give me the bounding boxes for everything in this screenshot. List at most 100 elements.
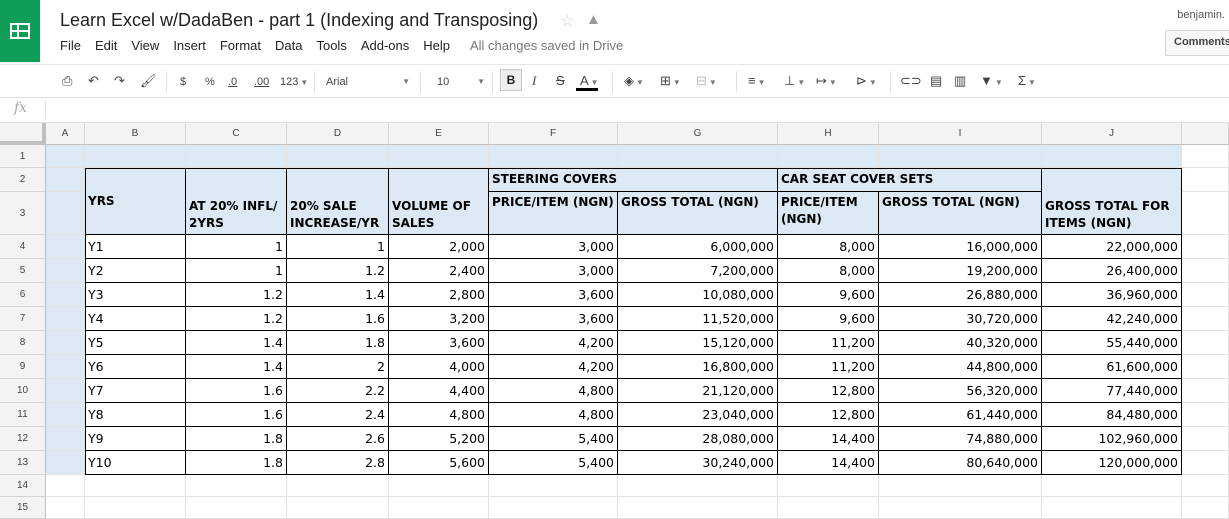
menu-format[interactable]: Format bbox=[220, 38, 261, 53]
row-header-8[interactable]: 8 bbox=[0, 331, 46, 355]
font-family-select[interactable]: Arial ▼ bbox=[326, 74, 410, 90]
cell[interactable] bbox=[46, 283, 85, 307]
cell[interactable] bbox=[1182, 403, 1229, 427]
data-cell[interactable]: 1.2 bbox=[287, 259, 389, 283]
data-cell[interactable]: 61,440,000 bbox=[879, 403, 1042, 427]
data-cell[interactable]: 26,880,000 bbox=[879, 283, 1042, 307]
row-header-12[interactable]: 12 bbox=[0, 427, 46, 451]
data-cell[interactable]: 84,480,000 bbox=[1042, 403, 1182, 427]
data-cell[interactable]: 1.2 bbox=[186, 283, 287, 307]
fill-color-icon[interactable]: ◈ ▼ bbox=[624, 73, 644, 91]
cell[interactable] bbox=[186, 475, 287, 497]
data-cell[interactable]: 30,240,000 bbox=[618, 451, 778, 475]
cell[interactable] bbox=[1182, 475, 1229, 497]
data-cell[interactable]: 40,320,000 bbox=[879, 331, 1042, 355]
filter-icon[interactable]: ▼ ▼ bbox=[980, 73, 1003, 91]
cell[interactable] bbox=[85, 145, 186, 168]
strikethrough-button[interactable]: S bbox=[556, 73, 565, 89]
more-formats-button[interactable]: 123 ▼ bbox=[280, 74, 308, 91]
cell[interactable] bbox=[46, 145, 85, 168]
font-size-select[interactable]: 10 ▼ bbox=[437, 74, 485, 90]
cell[interactable] bbox=[46, 235, 85, 259]
cell[interactable] bbox=[1042, 145, 1182, 168]
cell[interactable] bbox=[618, 497, 778, 519]
column-header-f[interactable]: F bbox=[489, 123, 618, 145]
cell[interactable] bbox=[1182, 259, 1229, 283]
cell[interactable] bbox=[1182, 235, 1229, 259]
data-cell[interactable]: 1.6 bbox=[186, 403, 287, 427]
menu-tools[interactable]: Tools bbox=[316, 38, 346, 53]
cell[interactable] bbox=[879, 145, 1042, 168]
print-icon[interactable]: ⎙ bbox=[62, 73, 72, 89]
cell[interactable] bbox=[46, 427, 85, 451]
cell[interactable] bbox=[46, 451, 85, 475]
data-cell[interactable]: 14,400 bbox=[778, 427, 879, 451]
data-cell[interactable]: 4,000 bbox=[389, 355, 489, 379]
horizontal-align-icon[interactable]: ≡ ▼ bbox=[748, 73, 766, 91]
data-cell[interactable]: 5,400 bbox=[489, 427, 618, 451]
data-cell[interactable]: 2.2 bbox=[287, 379, 389, 403]
insert-comment-icon[interactable]: ▤ bbox=[930, 73, 942, 89]
header-group-steering-covers[interactable]: STEERING COVERS bbox=[489, 168, 778, 192]
cell[interactable] bbox=[287, 145, 389, 168]
cell[interactable] bbox=[46, 403, 85, 427]
currency-format-button[interactable]: $ bbox=[180, 74, 186, 90]
select-all-corner[interactable] bbox=[0, 123, 46, 145]
data-cell[interactable]: 2 bbox=[287, 355, 389, 379]
data-cell[interactable]: 2,400 bbox=[389, 259, 489, 283]
cell[interactable] bbox=[46, 307, 85, 331]
column-header-h[interactable]: H bbox=[778, 123, 879, 145]
cell[interactable] bbox=[46, 331, 85, 355]
comments-button[interactable]: Comments bbox=[1165, 30, 1229, 56]
cell[interactable] bbox=[778, 497, 879, 519]
cell[interactable] bbox=[778, 475, 879, 497]
data-cell[interactable]: 1.4 bbox=[287, 283, 389, 307]
data-cell[interactable]: 44,800,000 bbox=[879, 355, 1042, 379]
data-cell[interactable]: 19,200,000 bbox=[879, 259, 1042, 283]
data-cell[interactable]: 1.4 bbox=[186, 355, 287, 379]
year-cell[interactable]: Y5 bbox=[85, 331, 186, 355]
data-cell[interactable]: 14,400 bbox=[778, 451, 879, 475]
data-cell[interactable]: 15,120,000 bbox=[618, 331, 778, 355]
cell[interactable] bbox=[1182, 331, 1229, 355]
cell[interactable] bbox=[1042, 475, 1182, 497]
year-cell[interactable]: Y10 bbox=[85, 451, 186, 475]
text-rotation-icon[interactable]: ⊳ ▼ bbox=[856, 73, 877, 91]
data-cell[interactable]: 3,600 bbox=[489, 283, 618, 307]
vertical-align-icon[interactable]: ⊥ ▼ bbox=[784, 73, 805, 91]
row-header-5[interactable]: 5 bbox=[0, 259, 46, 283]
header-steering-gross[interactable]: GROSS TOTAL (NGN) bbox=[618, 192, 778, 235]
cell[interactable] bbox=[389, 145, 489, 168]
cell[interactable] bbox=[1182, 497, 1229, 519]
row-header-3[interactable]: 3 bbox=[0, 192, 46, 235]
cell[interactable] bbox=[186, 497, 287, 519]
data-cell[interactable]: 42,240,000 bbox=[1042, 307, 1182, 331]
cell[interactable] bbox=[1182, 168, 1229, 192]
data-cell[interactable]: 1 bbox=[186, 235, 287, 259]
data-cell[interactable]: 12,800 bbox=[778, 379, 879, 403]
cell[interactable] bbox=[287, 475, 389, 497]
data-cell[interactable]: 28,080,000 bbox=[618, 427, 778, 451]
star-icon[interactable]: ☆ bbox=[560, 11, 574, 31]
column-header-e[interactable]: E bbox=[389, 123, 489, 145]
data-cell[interactable]: 3,600 bbox=[489, 307, 618, 331]
cell[interactable] bbox=[778, 145, 879, 168]
data-cell[interactable]: 5,400 bbox=[489, 451, 618, 475]
data-cell[interactable]: 1 bbox=[186, 259, 287, 283]
bold-button[interactable]: B bbox=[500, 69, 522, 91]
cell[interactable] bbox=[186, 145, 287, 168]
row-header-9[interactable]: 9 bbox=[0, 355, 46, 379]
header-gross-total-all[interactable]: GROSS TOTAL FOR ITEMS (NGN) bbox=[1042, 168, 1182, 235]
insert-link-icon[interactable]: ⊂⊃ bbox=[900, 73, 922, 89]
data-cell[interactable]: 2.6 bbox=[287, 427, 389, 451]
menu-file[interactable]: File bbox=[60, 38, 81, 53]
column-header-i[interactable]: I bbox=[879, 123, 1042, 145]
data-cell[interactable]: 1.8 bbox=[186, 427, 287, 451]
data-cell[interactable]: 16,000,000 bbox=[879, 235, 1042, 259]
redo-icon[interactable]: ↷ bbox=[114, 73, 125, 89]
row-header-1[interactable]: 1 bbox=[0, 145, 46, 168]
data-cell[interactable]: 77,440,000 bbox=[1042, 379, 1182, 403]
decrease-decimal-button[interactable]: .0 bbox=[228, 74, 237, 90]
cell[interactable] bbox=[46, 168, 85, 192]
data-cell[interactable]: 11,200 bbox=[778, 331, 879, 355]
